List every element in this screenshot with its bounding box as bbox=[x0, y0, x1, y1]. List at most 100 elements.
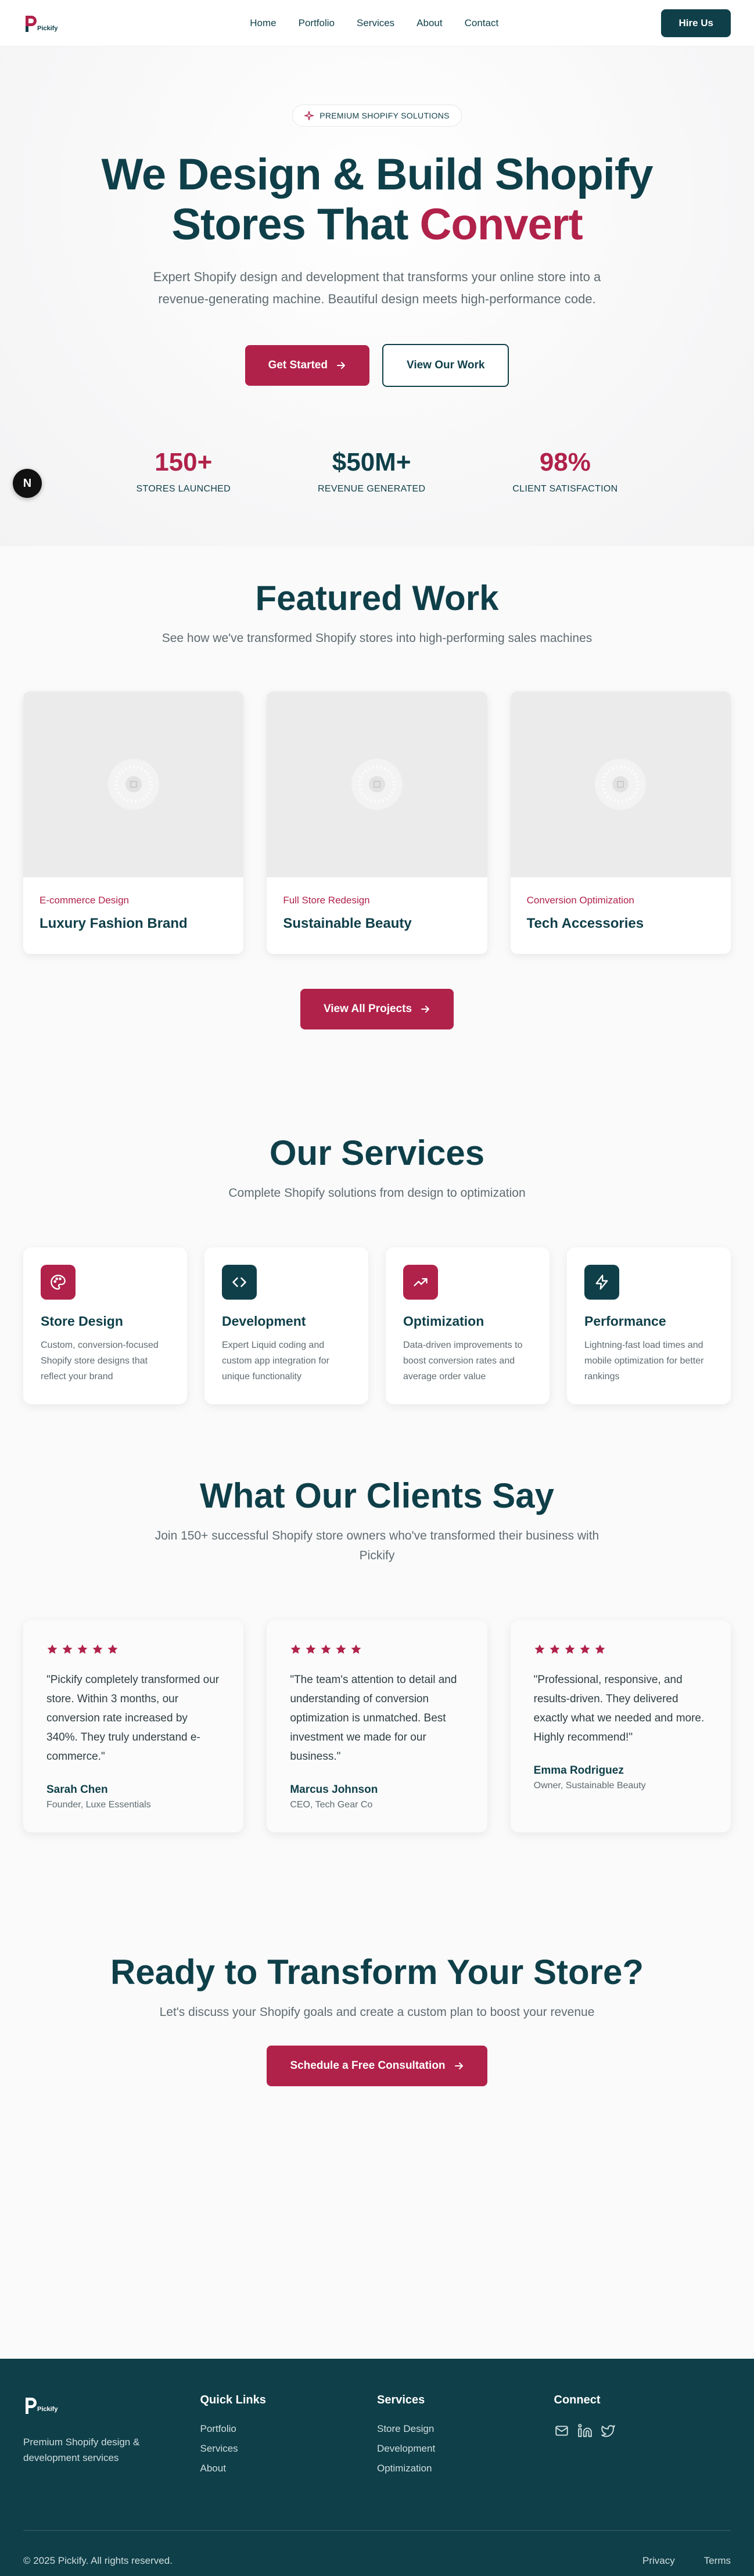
copyright: © 2025 Pickify. All rights reserved. bbox=[23, 2555, 173, 2566]
linkedin-icon[interactable] bbox=[577, 2423, 593, 2438]
services-grid: Store Design Custom, conversion-focused … bbox=[0, 1247, 754, 1404]
hero-title-accent: Convert bbox=[419, 200, 583, 249]
work-grid: E-commerce Design Luxury Fashion Brand F… bbox=[0, 691, 754, 954]
footer-brand-name: Pickify bbox=[37, 2406, 58, 2413]
get-started-label: Get Started bbox=[268, 359, 328, 371]
project-card[interactable]: Conversion Optimization Tech Accessories bbox=[510, 691, 731, 954]
schedule-consultation-button[interactable]: Schedule a Free Consultation bbox=[267, 2046, 487, 2086]
service-card-performance[interactable]: Performance Lightning-fast load times an… bbox=[567, 1247, 731, 1404]
project-card[interactable]: E-commerce Design Luxury Fashion Brand bbox=[23, 691, 244, 954]
footer-logo[interactable]: Pickify bbox=[23, 2394, 200, 2417]
arrow-right-icon bbox=[421, 1006, 430, 1013]
testimonial-quote: "The team's attention to detail and unde… bbox=[290, 1674, 457, 1763]
stat-client-satisfaction: 98% CLIENT SATISFACTION bbox=[512, 448, 617, 494]
footer-link-store-design[interactable]: Store Design bbox=[377, 2423, 554, 2435]
brand-name: Pickify bbox=[37, 24, 58, 32]
mail-icon[interactable] bbox=[554, 2423, 569, 2438]
testimonials-subtitle: Join 150+ successful Shopify store owner… bbox=[155, 1529, 599, 1562]
top-nav: Pickify Home Portfolio Services About Co… bbox=[0, 0, 754, 46]
hero-pill-text: PREMIUM SHOPIFY SOLUTIONS bbox=[319, 111, 450, 120]
featured-subtitle: See how we've transformed Shopify stores… bbox=[161, 632, 593, 645]
service-title: Performance bbox=[584, 1314, 666, 1329]
cta-title: Ready to Transform Your Store? bbox=[110, 1953, 644, 1992]
footer-link-about[interactable]: About bbox=[200, 2463, 378, 2474]
footer-link-services[interactable]: Services bbox=[200, 2443, 378, 2455]
view-all-label: View All Projects bbox=[323, 1003, 412, 1015]
testimonial-role: CEO, Tech Gear Co bbox=[290, 1800, 373, 1810]
service-description: Lightning-fast load times and mobile opt… bbox=[584, 1340, 704, 1382]
hero-pill: PREMIUM SHOPIFY SOLUTIONS bbox=[292, 105, 462, 127]
zap-icon bbox=[584, 1265, 619, 1300]
service-card-store-design[interactable]: Store Design Custom, conversion-focused … bbox=[23, 1247, 187, 1404]
testimonial-card: "The team's attention to detail and unde… bbox=[267, 1620, 487, 1832]
nav-link-portfolio[interactable]: Portfolio bbox=[299, 17, 335, 29]
testimonial-card: "Professional, responsive, and results-d… bbox=[510, 1620, 731, 1832]
featured-title: Featured Work bbox=[255, 579, 499, 618]
service-title: Optimization bbox=[403, 1314, 484, 1329]
footer-link-development[interactable]: Development bbox=[377, 2443, 554, 2455]
project-body: Conversion Optimization Tech Accessories bbox=[511, 877, 731, 949]
star-icon bbox=[92, 1644, 103, 1654]
arrow-right-icon bbox=[454, 2062, 463, 2069]
footer-brand-col: Pickify Premium Shopify design & develop… bbox=[23, 2394, 200, 2482]
legal-links: Privacy Terms bbox=[642, 2555, 731, 2567]
floating-n-badge[interactable]: N bbox=[13, 469, 42, 498]
service-card-optimization[interactable]: Optimization Data-driven improvements to… bbox=[386, 1247, 550, 1404]
footer-link-optimization[interactable]: Optimization bbox=[377, 2463, 554, 2474]
get-started-button[interactable]: Get Started bbox=[245, 345, 369, 386]
view-our-work-button[interactable]: View Our Work bbox=[382, 344, 509, 387]
footer-tagline: Premium Shopify design & development ser… bbox=[23, 2437, 140, 2463]
twitter-icon[interactable] bbox=[601, 2423, 616, 2438]
stat-label: REVENUE GENERATED bbox=[318, 484, 426, 494]
nav-link-about[interactable]: About bbox=[417, 17, 442, 29]
star-icon bbox=[306, 1644, 316, 1654]
hero-subtitle: Expert Shopify design and development th… bbox=[153, 270, 601, 306]
footer-grid: Pickify Premium Shopify design & develop… bbox=[23, 2394, 731, 2482]
nav-link-home[interactable]: Home bbox=[250, 17, 276, 29]
hero-title: We Design & Build Shopify Stores That Co… bbox=[0, 150, 754, 250]
project-card[interactable]: Full Store Redesign Sustainable Beauty bbox=[267, 691, 487, 954]
stat-value: 98% bbox=[539, 448, 591, 476]
site-footer: Pickify Premium Shopify design & develop… bbox=[0, 2359, 754, 2576]
hire-us-button[interactable]: Hire Us bbox=[661, 9, 731, 37]
footer-link-portfolio[interactable]: Portfolio bbox=[200, 2423, 378, 2435]
project-category: E-commerce Design bbox=[40, 895, 129, 906]
testimonial-quote: "Professional, responsive, and results-d… bbox=[533, 1674, 705, 1743]
nav-link-contact[interactable]: Contact bbox=[465, 17, 499, 29]
footer-bottom: © 2025 Pickify. All rights reserved. Pri… bbox=[23, 2530, 731, 2567]
testimonial-quote: "Pickify completely transformed our stor… bbox=[46, 1674, 220, 1763]
testimonial-author: Marcus Johnson bbox=[290, 1784, 378, 1796]
terms-link[interactable]: Terms bbox=[704, 2555, 731, 2567]
testimonial-author: Emma Rodriguez bbox=[533, 1764, 624, 1777]
project-title: Sustainable Beauty bbox=[283, 916, 412, 931]
social-links bbox=[554, 2423, 731, 2438]
brand-logo[interactable]: Pickify bbox=[23, 13, 87, 33]
star-rating bbox=[290, 1644, 464, 1655]
service-card-development[interactable]: Development Expert Liquid coding and cus… bbox=[204, 1247, 368, 1404]
hero-title-line2: Stores That bbox=[171, 200, 408, 249]
project-title: Luxury Fashion Brand bbox=[40, 916, 188, 931]
image-placeholder-icon bbox=[595, 759, 647, 810]
view-all-projects-button[interactable]: View All Projects bbox=[300, 989, 454, 1029]
nav-link-services[interactable]: Services bbox=[357, 17, 394, 29]
footer-services: Services Store Design Development Optimi… bbox=[377, 2394, 554, 2482]
image-placeholder-icon bbox=[107, 759, 159, 810]
trending-up-icon bbox=[403, 1265, 438, 1300]
arrow-right-icon bbox=[336, 362, 345, 369]
project-body: Full Store Redesign Sustainable Beauty bbox=[267, 877, 487, 949]
services-title: Our Services bbox=[269, 1133, 485, 1172]
project-image-placeholder bbox=[23, 691, 244, 877]
footer-connect: Connect bbox=[554, 2394, 731, 2482]
hero-section: PREMIUM SHOPIFY SOLUTIONS We Design & Bu… bbox=[0, 46, 754, 546]
view-all-wrapper: View All Projects bbox=[0, 989, 754, 1029]
stat-stores-launched: 150+ STORES LAUNCHED bbox=[137, 448, 231, 494]
featured-work-section: Featured Work See how we've transformed … bbox=[0, 546, 754, 1133]
privacy-link[interactable]: Privacy bbox=[642, 2555, 675, 2567]
cta-subtitle: Let's discuss your Shopify goals and cre… bbox=[159, 2005, 595, 2019]
service-description: Expert Liquid coding and custom app inte… bbox=[222, 1340, 329, 1382]
project-category: Full Store Redesign bbox=[283, 895, 370, 906]
star-icon bbox=[534, 1644, 545, 1654]
sparkle-icon bbox=[304, 111, 314, 120]
star-icon bbox=[595, 1644, 605, 1654]
schedule-consultation-label: Schedule a Free Consultation bbox=[290, 2060, 446, 2072]
